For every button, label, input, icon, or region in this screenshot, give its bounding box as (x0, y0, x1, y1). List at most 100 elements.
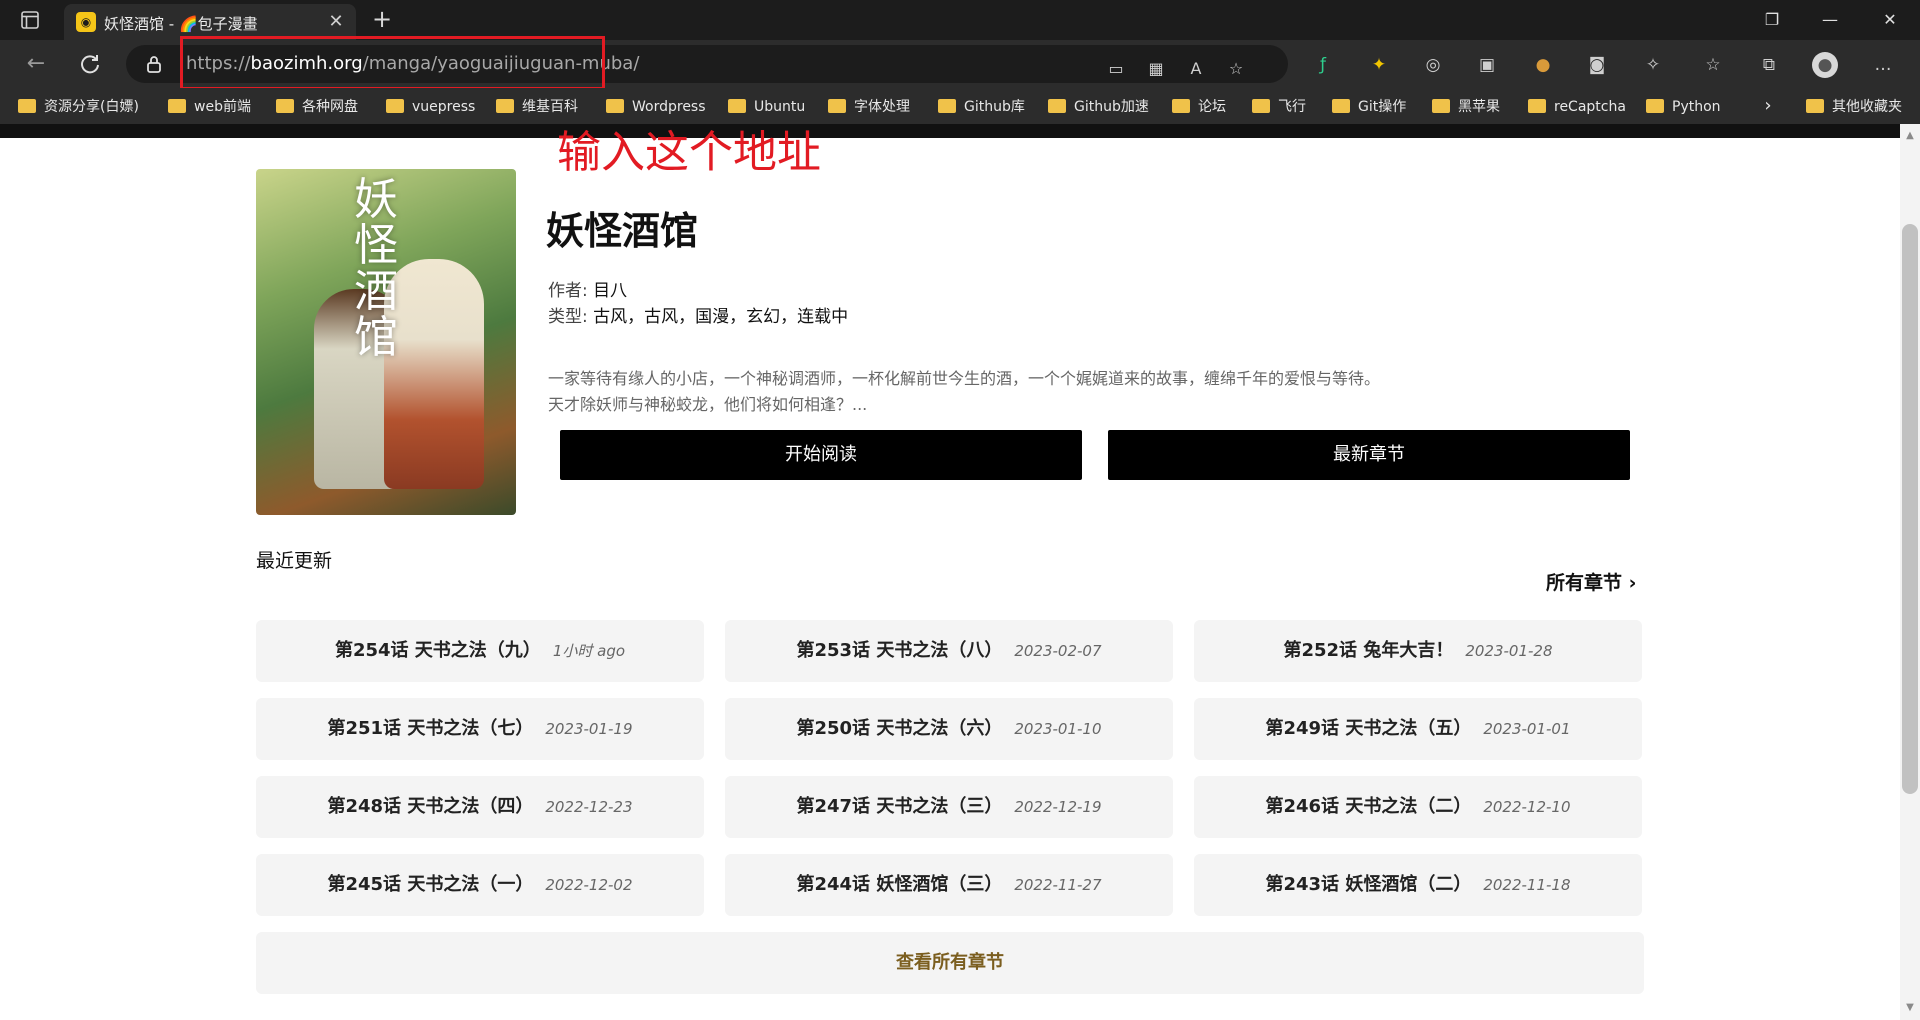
restore-icon[interactable]: ❐ (1742, 0, 1802, 40)
bookmark-folder[interactable]: Git操作 (1332, 97, 1406, 117)
bookmark-label: 论坛 (1198, 99, 1226, 115)
chapter-name: 第251话 天书之法（七） (327, 718, 534, 739)
chapter-name: 第246话 天书之法（二） (1265, 796, 1472, 817)
chapter-item[interactable]: 第243话 妖怪酒馆（二） 2022-11-18 (1194, 854, 1642, 916)
chapter-date: 2023-01-19 (545, 720, 633, 738)
bookmark-folder[interactable]: web前端 (168, 97, 251, 117)
extension-circle-icon[interactable]: ◎ (1420, 52, 1446, 78)
chapter-item[interactable]: 第246话 天书之法（二） 2022-12-10 (1194, 776, 1642, 838)
close-window-icon[interactable]: ✕ (1860, 0, 1920, 40)
extension-z-icon[interactable]: ▣ (1474, 52, 1500, 78)
chapter-item[interactable]: 第244话 妖怪酒馆（三） 2022-11-27 (725, 854, 1173, 916)
favorites-icon[interactable]: ☆ (1700, 52, 1726, 78)
chapter-name: 第253话 天书之法（八） (796, 640, 1003, 661)
active-tab[interactable]: ◉ 妖怪酒馆 - 🌈包子漫畫 ✕ (64, 4, 356, 40)
extension-f-icon[interactable]: ƒ (1310, 52, 1336, 78)
chapter-date: 2023-01-10 (1014, 720, 1102, 738)
folder-icon (276, 99, 294, 113)
chapter-item[interactable]: 第248话 天书之法（四） 2022-12-23 (256, 776, 704, 838)
latest-chapter-button[interactable]: 最新章节 (1108, 430, 1630, 480)
chapter-date: 2023-01-28 (1465, 642, 1553, 660)
folder-icon (606, 99, 624, 113)
type-tags[interactable]: 古风，古风，国漫，玄幻，连载中 (593, 307, 848, 327)
bookmark-folder[interactable]: Wordpress (606, 97, 706, 117)
author-link[interactable]: 目八 (593, 281, 627, 301)
scrollbar-thumb[interactable] (1902, 224, 1918, 794)
new-tab-icon[interactable]: + (368, 6, 396, 34)
bookmark-label: 各种网盘 (302, 99, 358, 115)
bookmarks-bar: 资源分享(白嫖) web前端 各种网盘 vuepress 维基百科 Wordpr… (0, 88, 1920, 124)
recent-updates-heading: 最近更新 (256, 550, 333, 572)
chapter-date: 2022-11-27 (1014, 876, 1102, 894)
bookmark-folder[interactable]: 资源分享(白嫖) (18, 97, 139, 117)
manga-description: 一家等待有缘人的小店，一个神秘调酒师，一杯化解前世今生的酒，一个个娓娓道来的故事… (548, 366, 1648, 418)
device-icon[interactable]: ▭ (1104, 57, 1128, 81)
chapter-name: 第250话 天书之法（六） (796, 718, 1003, 739)
collections-icon[interactable]: ⧉ (1756, 52, 1782, 78)
folder-icon (18, 99, 36, 113)
bookmark-folder[interactable]: 飞行 (1252, 97, 1306, 117)
scroll-up-arrow-icon[interactable]: ▲ (1903, 130, 1917, 142)
apps-icon[interactable]: ▦ (1144, 57, 1168, 81)
bookmark-folder[interactable]: Github加速 (1048, 97, 1149, 117)
bookmark-folder[interactable]: reCaptcha (1528, 97, 1626, 117)
bookmark-label: Github库 (964, 99, 1025, 115)
extensions-puzzle-icon[interactable]: ✧ (1640, 52, 1666, 78)
chevron-right-icon[interactable]: › (1756, 96, 1780, 116)
cookie-icon[interactable]: ● (1530, 52, 1556, 78)
bookmark-folder[interactable]: vuepress (386, 97, 475, 117)
chapter-item[interactable]: 第250话 天书之法（六） 2023-01-10 (725, 698, 1173, 760)
bookmark-label: web前端 (194, 99, 251, 115)
bookmark-folder[interactable]: 黑苹果 (1432, 97, 1500, 117)
chapter-date: 2022-12-19 (1014, 798, 1102, 816)
other-bookmarks[interactable]: 其他收藏夹 (1806, 97, 1902, 117)
chapter-item[interactable]: 第252话 兔年大吉！ 2023-01-28 (1194, 620, 1642, 682)
folder-icon (1048, 99, 1066, 113)
bookmark-folder[interactable]: Python (1646, 97, 1721, 117)
bookmark-folder[interactable]: Github库 (938, 97, 1025, 117)
lock-icon[interactable] (144, 54, 164, 74)
tab-close-icon[interactable]: ✕ (326, 12, 346, 32)
chapter-item[interactable]: 第254话 天书之法（九） 1小时 ago (256, 620, 704, 682)
bookmark-folder[interactable]: 各种网盘 (276, 97, 358, 117)
bookmark-label: 黑苹果 (1458, 99, 1500, 115)
extension-bird-icon[interactable]: ✦ (1366, 52, 1392, 78)
start-reading-button[interactable]: 开始阅读 (560, 430, 1082, 480)
chapter-item[interactable]: 第249话 天书之法（五） 2023-01-01 (1194, 698, 1642, 760)
author-label: 作者: (548, 281, 588, 301)
extension-glasses-icon[interactable]: ◙ (1584, 52, 1610, 78)
folder-icon (1172, 99, 1190, 113)
read-aloud-icon[interactable]: A (1184, 57, 1208, 81)
author-row: 作者: 目八 (548, 276, 627, 301)
description-line: 一家等待有缘人的小店，一个神秘调酒师，一杯化解前世今生的酒，一个个娓娓道来的故事… (548, 369, 1381, 388)
scroll-down-arrow-icon[interactable]: ▼ (1903, 1002, 1917, 1014)
back-arrow-icon[interactable]: ← (20, 48, 52, 80)
folder-icon (496, 99, 514, 113)
chapter-date: 2022-11-18 (1483, 876, 1571, 894)
more-menu-icon[interactable]: … (1870, 52, 1896, 78)
bookmark-folder[interactable]: 论坛 (1172, 97, 1226, 117)
view-all-chapters-button[interactable]: 查看所有章节 (256, 932, 1644, 994)
chevron-right-icon: › (1628, 572, 1637, 594)
chapter-item[interactable]: 第247话 天书之法（三） 2022-12-19 (725, 776, 1173, 838)
bookmark-label: 资源分享(白嫖) (44, 99, 139, 115)
tab-actions-icon[interactable] (14, 8, 48, 32)
folder-icon (1332, 99, 1350, 113)
bookmark-folder[interactable]: Ubuntu (728, 97, 805, 117)
chapter-item[interactable]: 第245话 天书之法（一） 2022-12-02 (256, 854, 704, 916)
profile-avatar-icon[interactable]: ● (1812, 52, 1838, 78)
chapter-item[interactable]: 第253话 天书之法（八） 2023-02-07 (725, 620, 1173, 682)
all-chapters-link[interactable]: 所有章节 › (1546, 568, 1636, 595)
manga-cover-image[interactable]: 妖怪酒馆 (256, 169, 516, 515)
add-favorite-icon[interactable]: ☆ (1224, 57, 1248, 81)
chapter-name: 第249话 天书之法（五） (1265, 718, 1472, 739)
chapter-name: 第254话 天书之法（九） (334, 640, 541, 661)
minimize-icon[interactable]: — (1800, 0, 1860, 40)
bookmark-folder[interactable]: 维基百科 (496, 97, 578, 117)
refresh-icon[interactable] (74, 48, 106, 80)
bookmark-label: Ubuntu (754, 99, 806, 115)
chapter-name: 第244话 妖怪酒馆（三） (796, 874, 1003, 895)
chapter-item[interactable]: 第251话 天书之法（七） 2023-01-19 (256, 698, 704, 760)
all-chapters-label: 所有章节 (1546, 572, 1623, 594)
bookmark-folder[interactable]: 字体处理 (828, 97, 910, 117)
